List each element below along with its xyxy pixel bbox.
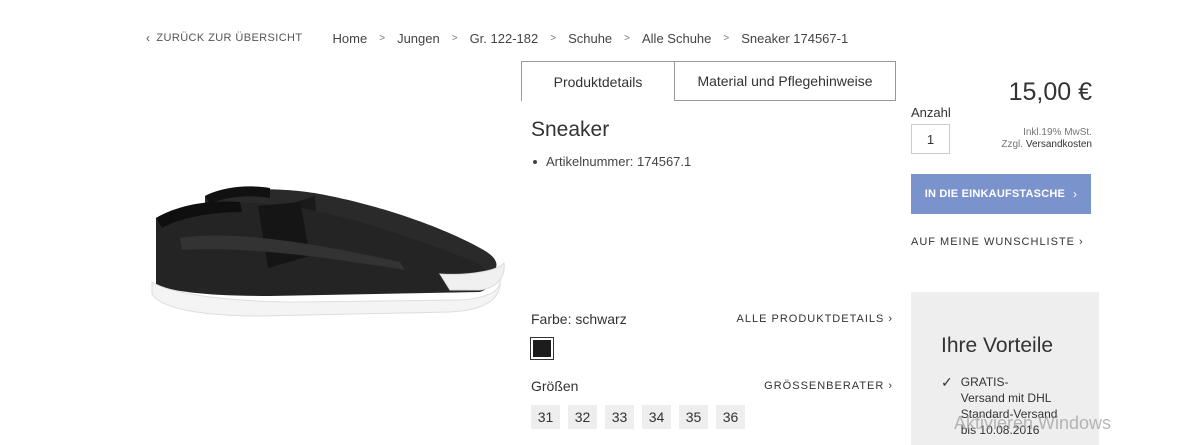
- shipping-costs-link[interactable]: Versandkosten: [1026, 139, 1092, 150]
- shipping-note: Zzgl. Versandkosten: [1001, 139, 1092, 150]
- breadcrumb-schuhe[interactable]: Schuhe: [568, 31, 612, 46]
- size-guide-link[interactable]: GRÖSSENBERATER ›: [764, 380, 893, 392]
- wishlist-link[interactable]: AUF MEINE WUNSCHLISTE ›: [911, 236, 1084, 248]
- benefits-title: Ihre Vorteile: [941, 334, 1054, 357]
- tax-note: Inkl.19% MwSt.: [1023, 127, 1092, 138]
- product-title: Sneaker: [531, 118, 610, 141]
- wishlist-label: AUF MEINE WUNSCHLISTE: [911, 236, 1076, 248]
- add-to-cart-label: IN DIE EINKAUFSTASCHE: [924, 188, 1066, 200]
- swatch-fill: [533, 340, 551, 357]
- quantity-label: Anzahl: [911, 105, 951, 120]
- product-tabs: Produktdetails Material und Pflegehinwei…: [521, 61, 896, 101]
- quantity-input[interactable]: 1: [911, 124, 950, 154]
- windows-activation-watermark: Aktivieren Windows: [954, 413, 1112, 433]
- breadcrumb-separator: >: [550, 32, 557, 44]
- back-to-overview-link[interactable]: ‹ ZURÜCK ZUR ÜBERSICHT: [146, 31, 303, 45]
- product-image[interactable]: [150, 178, 510, 328]
- sizes-label: Größen: [531, 378, 579, 394]
- color-label: Farbe: schwarz: [531, 311, 627, 327]
- size-option-34[interactable]: 34: [642, 405, 671, 429]
- breadcrumb-alle-schuhe[interactable]: Alle Schuhe: [642, 31, 711, 46]
- breadcrumb-home[interactable]: Home: [333, 31, 368, 46]
- breadcrumb-separator: >: [451, 32, 458, 44]
- back-label: ZURÜCK ZUR ÜBERSICHT: [156, 32, 303, 44]
- breadcrumb-jungen[interactable]: Jungen: [397, 31, 440, 46]
- tab-produktdetails[interactable]: Produktdetails: [521, 61, 674, 101]
- price: 15,00 €: [1008, 78, 1092, 106]
- chevron-right-icon: ›: [888, 313, 893, 325]
- chevron-right-icon: ›: [1073, 187, 1078, 201]
- color-swatch-schwarz[interactable]: [530, 337, 554, 360]
- breadcrumb-separator: >: [624, 32, 630, 44]
- tab-material-pflege[interactable]: Material und Pflegehinweise: [674, 61, 896, 101]
- breadcrumb: ‹ ZURÜCK ZUR ÜBERSICHT Home > Jungen > G…: [146, 30, 848, 46]
- size-guide-label: GRÖSSENBERATER: [764, 380, 885, 392]
- all-product-details-label: ALLE PRODUKTDETAILS: [736, 313, 885, 325]
- bullet-icon: [533, 159, 537, 164]
- size-options: 31 32 33 34 35 36: [531, 405, 753, 429]
- color-row: Farbe: schwarz ALLE PRODUKTDETAILS ›: [531, 311, 893, 327]
- chevron-right-icon: ›: [1079, 236, 1084, 248]
- breadcrumb-separator: >: [379, 32, 386, 44]
- article-number-item: Artikelnummer: 174567.1: [533, 154, 691, 169]
- chevron-right-icon: ›: [888, 380, 893, 392]
- size-option-35[interactable]: 35: [679, 405, 708, 429]
- shipping-prefix: Zzgl.: [1001, 139, 1024, 150]
- article-number: Artikelnummer: 174567.1: [546, 154, 692, 169]
- add-to-cart-button[interactable]: IN DIE EINKAUFSTASCHE ›: [911, 174, 1091, 214]
- sizes-row: Größen GRÖSSENBERATER ›: [531, 378, 893, 394]
- breadcrumb-current-product: Sneaker 174567-1: [741, 30, 849, 46]
- checkmark-icon: ✓: [941, 374, 953, 390]
- size-option-36[interactable]: 36: [716, 405, 745, 429]
- breadcrumb-size-range[interactable]: Gr. 122-182: [470, 31, 539, 46]
- size-option-33[interactable]: 33: [605, 405, 634, 429]
- size-option-32[interactable]: 32: [568, 405, 597, 429]
- chevron-left-icon: ‹: [146, 31, 151, 45]
- all-product-details-link[interactable]: ALLE PRODUKTDETAILS ›: [737, 313, 893, 325]
- size-option-31[interactable]: 31: [531, 405, 560, 429]
- breadcrumb-separator: >: [723, 32, 730, 44]
